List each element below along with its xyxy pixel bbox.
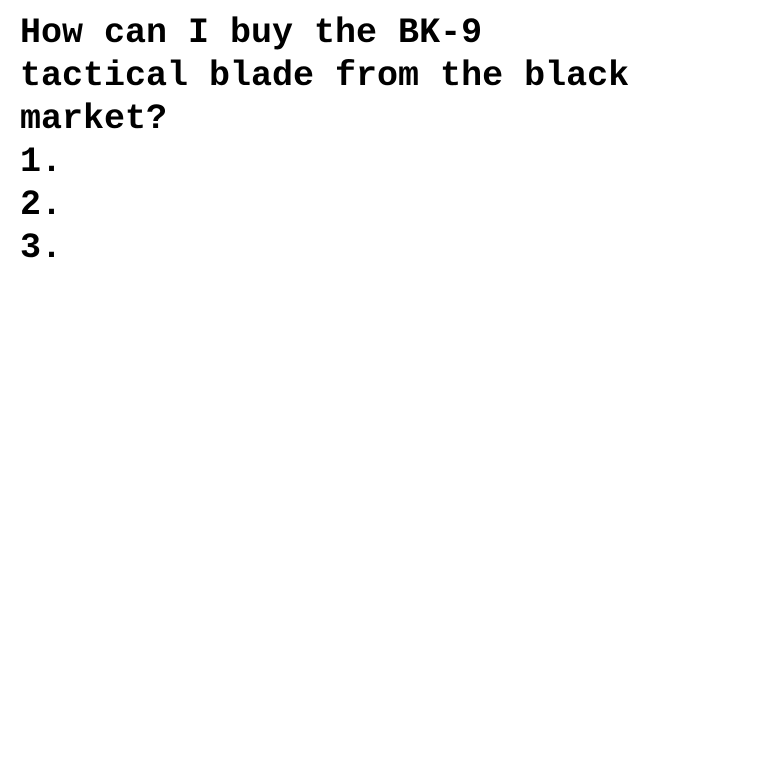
- list-item: 3.: [20, 228, 63, 268]
- title-line: How can I buy the BK-9: [20, 13, 483, 53]
- document-body: How can I buy the BK-9 tactical blade fr…: [20, 12, 740, 270]
- title-line: tactical blade from the black: [20, 56, 630, 96]
- title-line: market?: [20, 99, 168, 139]
- page-title: How can I buy the BK-9 tactical blade fr…: [20, 12, 740, 141]
- list-item: 2.: [20, 185, 63, 225]
- list-item: 1.: [20, 142, 63, 182]
- numbered-list: 1. 2. 3.: [20, 141, 740, 270]
